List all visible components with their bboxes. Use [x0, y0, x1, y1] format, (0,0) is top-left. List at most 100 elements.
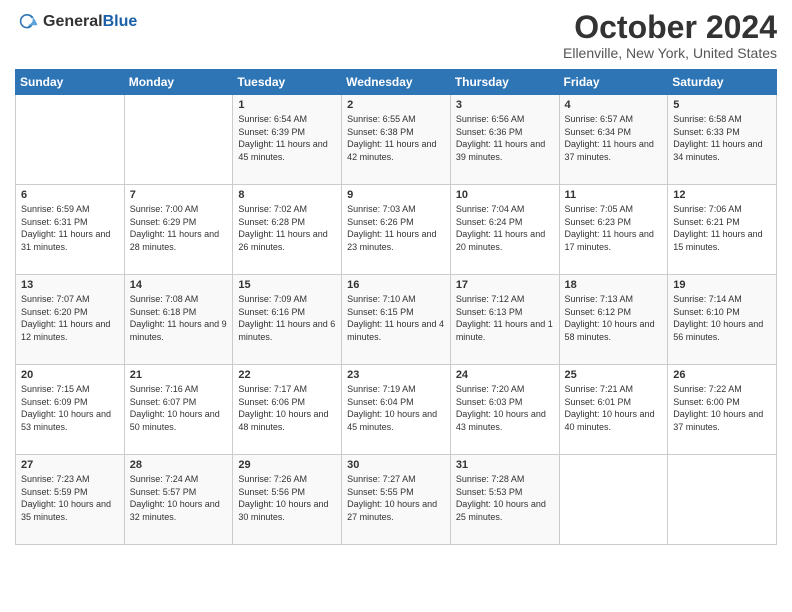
day-info: Sunrise: 7:05 AMSunset: 6:23 PMDaylight:…: [565, 203, 663, 253]
day-info: Sunrise: 7:13 AMSunset: 6:12 PMDaylight:…: [565, 293, 663, 343]
day-info: Sunrise: 7:09 AMSunset: 6:16 PMDaylight:…: [238, 293, 336, 343]
calendar-cell: 23 Sunrise: 7:19 AMSunset: 6:04 PMDayligh…: [342, 365, 451, 455]
logo-text: GeneralBlue: [43, 13, 137, 31]
day-info: Sunrise: 7:02 AMSunset: 6:28 PMDaylight:…: [238, 203, 336, 253]
day-info: Sunrise: 6:59 AMSunset: 6:31 PMDaylight:…: [21, 203, 119, 253]
calendar-cell: [16, 95, 125, 185]
calendar-cell: 10 Sunrise: 7:04 AMSunset: 6:24 PMDayligh…: [450, 185, 559, 275]
calendar-cell: 17 Sunrise: 7:12 AMSunset: 6:13 PMDayligh…: [450, 275, 559, 365]
calendar-cell: 18 Sunrise: 7:13 AMSunset: 6:12 PMDayligh…: [559, 275, 668, 365]
calendar-week-4: 20Sunrise: 7:15 AMSunset: 6:09 PMDayligh…: [16, 365, 777, 455]
header-saturday: Saturday: [668, 70, 777, 95]
day-info: Sunrise: 7:19 AMSunset: 6:04 PMDaylight:…: [347, 383, 445, 433]
day-number: 17: [456, 279, 554, 291]
logo: GeneralBlue: [15, 10, 137, 34]
day-info: Sunrise: 7:23 AMSunset: 5:59 PMDaylight:…: [21, 473, 119, 523]
day-info: Sunrise: 7:12 AMSunset: 6:13 PMDaylight:…: [456, 293, 554, 343]
calendar-cell: 20Sunrise: 7:15 AMSunset: 6:09 PMDayligh…: [16, 365, 125, 455]
day-number: 11: [565, 189, 663, 201]
day-info: Sunrise: 7:15 AMSunset: 6:09 PMDaylight:…: [21, 383, 119, 433]
day-info: Sunrise: 7:14 AMSunset: 6:10 PMDaylight:…: [673, 293, 771, 343]
calendar-cell: 13Sunrise: 7:07 AMSunset: 6:20 PMDayligh…: [16, 275, 125, 365]
calendar-cell: 6Sunrise: 6:59 AMSunset: 6:31 PMDaylight…: [16, 185, 125, 275]
calendar-cell: 25 Sunrise: 7:21 AMSunset: 6:01 PMDayligh…: [559, 365, 668, 455]
day-number: 5: [673, 99, 771, 111]
calendar-header: Sunday Monday Tuesday Wednesday Thursday…: [16, 70, 777, 95]
weekday-row: Sunday Monday Tuesday Wednesday Thursday…: [16, 70, 777, 95]
calendar-cell: 9 Sunrise: 7:03 AMSunset: 6:26 PMDaylight…: [342, 185, 451, 275]
calendar-cell: 11 Sunrise: 7:05 AMSunset: 6:23 PMDayligh…: [559, 185, 668, 275]
logo-general: General: [43, 13, 103, 30]
day-number: 28: [130, 459, 228, 471]
calendar-cell: 15 Sunrise: 7:09 AMSunset: 6:16 PMDayligh…: [233, 275, 342, 365]
day-number: 18: [565, 279, 663, 291]
day-info: Sunrise: 6:58 AMSunset: 6:33 PMDaylight:…: [673, 113, 771, 163]
day-number: 21: [130, 369, 228, 381]
location: Ellenville, New York, United States: [563, 45, 777, 61]
calendar-cell: 5 Sunrise: 6:58 AMSunset: 6:33 PMDaylight…: [668, 95, 777, 185]
day-info: Sunrise: 7:03 AMSunset: 6:26 PMDaylight:…: [347, 203, 445, 253]
day-info: Sunrise: 7:26 AMSunset: 5:56 PMDaylight:…: [238, 473, 336, 523]
calendar-cell: 14 Sunrise: 7:08 AMSunset: 6:18 PMDayligh…: [124, 275, 233, 365]
logo-icon: [15, 10, 39, 34]
day-info: Sunrise: 6:55 AMSunset: 6:38 PMDaylight:…: [347, 113, 445, 163]
day-info: Sunrise: 7:16 AMSunset: 6:07 PMDaylight:…: [130, 383, 228, 433]
calendar-cell: 24Sunrise: 7:20 AMSunset: 6:03 PMDayligh…: [450, 365, 559, 455]
day-number: 27: [21, 459, 119, 471]
day-number: 1: [238, 99, 336, 111]
day-number: 3: [456, 99, 554, 111]
header-tuesday: Tuesday: [233, 70, 342, 95]
day-info: Sunrise: 7:08 AMSunset: 6:18 PMDaylight:…: [130, 293, 228, 343]
day-info: Sunrise: 6:54 AMSunset: 6:39 PMDaylight:…: [238, 113, 336, 163]
day-number: 23: [347, 369, 445, 381]
day-info: Sunrise: 7:27 AMSunset: 5:55 PMDaylight:…: [347, 473, 445, 523]
day-info: Sunrise: 7:28 AMSunset: 5:53 PMDaylight:…: [456, 473, 554, 523]
day-number: 31: [456, 459, 554, 471]
day-info: Sunrise: 7:04 AMSunset: 6:24 PMDaylight:…: [456, 203, 554, 253]
header-monday: Monday: [124, 70, 233, 95]
day-number: 30: [347, 459, 445, 471]
day-number: 25: [565, 369, 663, 381]
day-info: Sunrise: 6:56 AMSunset: 6:36 PMDaylight:…: [456, 113, 554, 163]
logo-blue: Blue: [103, 13, 138, 30]
day-number: 2: [347, 99, 445, 111]
header-thursday: Thursday: [450, 70, 559, 95]
day-number: 10: [456, 189, 554, 201]
calendar-cell: 26Sunrise: 7:22 AMSunset: 6:00 PMDayligh…: [668, 365, 777, 455]
calendar-cell: 2 Sunrise: 6:55 AMSunset: 6:38 PMDaylight…: [342, 95, 451, 185]
day-number: 12: [673, 189, 771, 201]
day-number: 26: [673, 369, 771, 381]
day-number: 22: [238, 369, 336, 381]
month-title: October 2024: [563, 10, 777, 45]
day-info: Sunrise: 7:07 AMSunset: 6:20 PMDaylight:…: [21, 293, 119, 343]
day-number: 15: [238, 279, 336, 291]
calendar-cell: 12 Sunrise: 7:06 AMSunset: 6:21 PMDayligh…: [668, 185, 777, 275]
calendar-cell: 29Sunrise: 7:26 AMSunset: 5:56 PMDayligh…: [233, 455, 342, 545]
day-info: Sunrise: 7:21 AMSunset: 6:01 PMDaylight:…: [565, 383, 663, 433]
day-number: 14: [130, 279, 228, 291]
header-friday: Friday: [559, 70, 668, 95]
calendar-cell: 21 Sunrise: 7:16 AMSunset: 6:07 PMDayligh…: [124, 365, 233, 455]
day-number: 19: [673, 279, 771, 291]
calendar-cell: 19 Sunrise: 7:14 AMSunset: 6:10 PMDayligh…: [668, 275, 777, 365]
calendar-cell: 4 Sunrise: 6:57 AMSunset: 6:34 PMDaylight…: [559, 95, 668, 185]
calendar-body: 1 Sunrise: 6:54 AMSunset: 6:39 PMDaylight…: [16, 95, 777, 545]
calendar-cell: 7 Sunrise: 7:00 AMSunset: 6:29 PMDaylight…: [124, 185, 233, 275]
calendar-week-2: 6Sunrise: 6:59 AMSunset: 6:31 PMDaylight…: [16, 185, 777, 275]
day-number: 9: [347, 189, 445, 201]
day-info: Sunrise: 7:00 AMSunset: 6:29 PMDaylight:…: [130, 203, 228, 253]
calendar-cell: 22 Sunrise: 7:17 AMSunset: 6:06 PMDayligh…: [233, 365, 342, 455]
day-info: Sunrise: 7:06 AMSunset: 6:21 PMDaylight:…: [673, 203, 771, 253]
header-sunday: Sunday: [16, 70, 125, 95]
calendar-cell: [559, 455, 668, 545]
calendar-cell: 27 Sunrise: 7:23 AMSunset: 5:59 PMDayligh…: [16, 455, 125, 545]
day-number: 8: [238, 189, 336, 201]
calendar-cell: [668, 455, 777, 545]
day-info: Sunrise: 6:57 AMSunset: 6:34 PMDaylight:…: [565, 113, 663, 163]
calendar-table: Sunday Monday Tuesday Wednesday Thursday…: [15, 69, 777, 545]
header: GeneralBlue October 2024 Ellenville, New…: [15, 10, 777, 61]
day-number: 7: [130, 189, 228, 201]
day-number: 24: [456, 369, 554, 381]
day-number: 4: [565, 99, 663, 111]
day-info: Sunrise: 7:17 AMSunset: 6:06 PMDaylight:…: [238, 383, 336, 433]
